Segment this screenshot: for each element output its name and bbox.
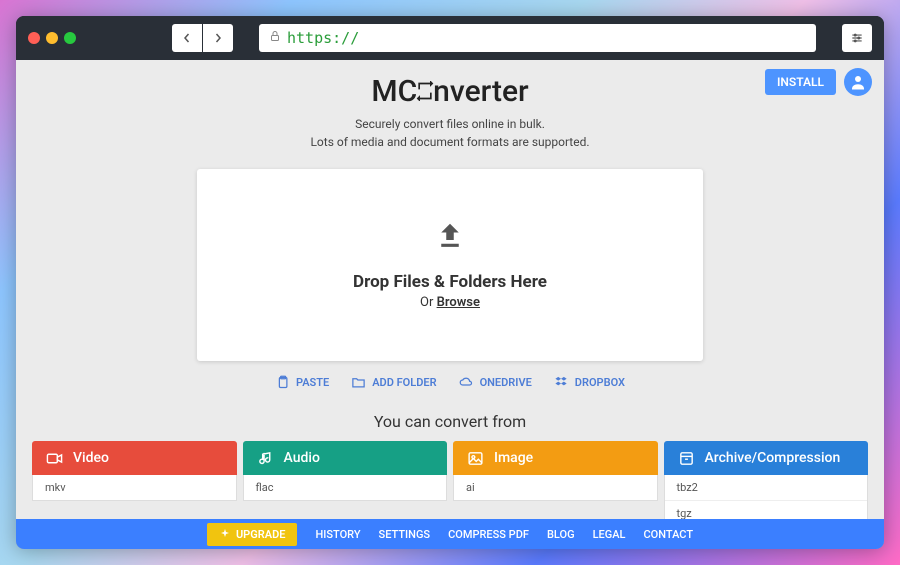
category-image-body: ai <box>453 475 658 501</box>
category-image: Image ai <box>453 441 658 527</box>
category-audio-body: flac <box>243 475 448 501</box>
category-video: Video mkv <box>32 441 237 527</box>
archive-icon <box>678 450 695 467</box>
page-viewport: INSTALL MC nverter Securely convert files… <box>16 60 884 549</box>
category-video-label: Video <box>73 450 109 466</box>
footer-link-compress-pdf[interactable]: COMPRESS PDF <box>448 528 529 541</box>
upload-actions: PASTE ADD FOLDER ONEDRIVE DROPBOX <box>16 375 884 390</box>
category-archive-label: Archive/Compression <box>705 450 841 466</box>
add-folder-label: ADD FOLDER <box>372 376 436 389</box>
footer-bar: UPGRADE HISTORY SETTINGS COMPRESS PDF BL… <box>16 519 884 549</box>
format-item[interactable]: mkv <box>33 475 236 500</box>
page-topbar: INSTALL <box>765 68 872 96</box>
close-window-button[interactable] <box>28 32 40 44</box>
onedrive-label: ONEDRIVE <box>480 376 532 389</box>
url-bar[interactable]: https:// <box>259 24 816 52</box>
convert-from-label: You can convert from <box>16 412 884 431</box>
logo-text-post: nverter <box>433 74 528 109</box>
url-text: https:// <box>287 29 359 47</box>
image-icon <box>467 450 484 467</box>
onedrive-action[interactable]: ONEDRIVE <box>459 375 532 390</box>
audio-icon <box>257 450 274 467</box>
format-item[interactable]: flac <box>244 475 447 500</box>
subtitle: Securely convert files online in bulk. L… <box>16 115 884 151</box>
back-button[interactable] <box>172 24 202 52</box>
subtitle-line-2: Lots of media and document formats are s… <box>16 133 884 151</box>
upload-icon <box>435 220 465 254</box>
maximize-window-button[interactable] <box>64 32 76 44</box>
subtitle-line-1: Securely convert files online in bulk. <box>16 115 884 133</box>
footer-link-blog[interactable]: BLOG <box>547 528 575 541</box>
logo-text-pre: MC <box>371 74 417 109</box>
category-video-header[interactable]: Video <box>32 441 237 475</box>
nav-buttons <box>172 24 233 52</box>
forward-button[interactable] <box>203 24 233 52</box>
category-video-body: mkv <box>32 475 237 501</box>
convert-icon <box>417 81 433 101</box>
category-audio-header[interactable]: Audio <box>243 441 448 475</box>
paste-action[interactable]: PASTE <box>275 375 329 390</box>
category-image-header[interactable]: Image <box>453 441 658 475</box>
dropzone[interactable]: Drop Files & Folders Here Or Browse <box>197 169 703 361</box>
footer-link-settings[interactable]: SETTINGS <box>379 528 431 541</box>
paste-label: PASTE <box>296 376 329 389</box>
category-archive-header[interactable]: Archive/Compression <box>664 441 869 475</box>
sparkle-icon <box>219 528 231 540</box>
category-image-label: Image <box>494 450 533 466</box>
category-row: Video mkv Audio flac Image <box>32 441 868 527</box>
footer-link-legal[interactable]: LEGAL <box>593 528 626 541</box>
install-button[interactable]: INSTALL <box>765 69 836 95</box>
upgrade-label: UPGRADE <box>236 528 285 541</box>
format-item[interactable]: ai <box>454 475 657 500</box>
video-icon <box>46 450 63 467</box>
browser-window: https:// INSTALL MC nverter Securely conv… <box>16 16 884 549</box>
logo: MC nverter <box>16 74 884 109</box>
browser-menu-button[interactable] <box>842 24 872 52</box>
browser-titlebar: https:// <box>16 16 884 60</box>
category-audio-label: Audio <box>284 450 320 466</box>
account-avatar[interactable] <box>844 68 872 96</box>
minimize-window-button[interactable] <box>46 32 58 44</box>
upgrade-button[interactable]: UPGRADE <box>207 523 297 546</box>
dropbox-action[interactable]: DROPBOX <box>554 375 625 390</box>
dropzone-or: Or <box>420 295 437 310</box>
add-folder-action[interactable]: ADD FOLDER <box>351 375 436 390</box>
browse-link[interactable]: Browse <box>437 295 480 310</box>
dropzone-sub: Or Browse <box>420 295 480 310</box>
footer-link-contact[interactable]: CONTACT <box>643 528 693 541</box>
category-archive: Archive/Compression tbz2 tgz <box>664 441 869 527</box>
format-item[interactable]: tbz2 <box>665 475 868 501</box>
footer-link-history[interactable]: HISTORY <box>315 528 360 541</box>
category-audio: Audio flac <box>243 441 448 527</box>
dropzone-title: Drop Files & Folders Here <box>353 272 547 292</box>
hero: MC nverter Securely convert files online … <box>16 60 884 151</box>
lock-icon <box>269 30 281 46</box>
dropbox-label: DROPBOX <box>575 376 625 389</box>
